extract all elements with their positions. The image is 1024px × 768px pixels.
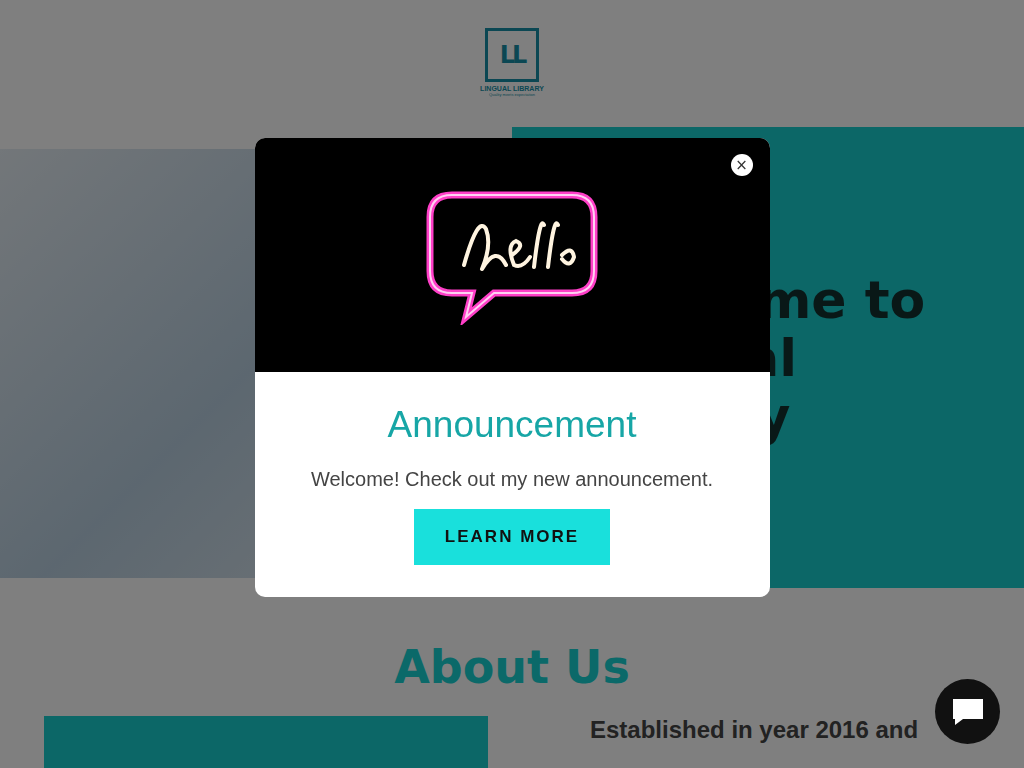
modal-title: Announcement bbox=[388, 404, 637, 446]
announcement-modal: × Announcement Welcome! Check out my new… bbox=[255, 138, 770, 597]
modal-overlay[interactable]: × Announcement Welcome! Check out my new… bbox=[0, 0, 1024, 768]
modal-body: Announcement Welcome! Check out my new a… bbox=[255, 372, 770, 597]
speech-bubble-icon bbox=[422, 185, 602, 325]
chat-button[interactable] bbox=[935, 679, 1000, 744]
hello-neon-image: × bbox=[255, 138, 770, 372]
chat-icon bbox=[951, 697, 985, 727]
modal-message: Welcome! Check out my new announcement. bbox=[311, 468, 713, 491]
close-button[interactable]: × bbox=[731, 154, 753, 176]
learn-more-button[interactable]: LEARN MORE bbox=[414, 509, 610, 565]
